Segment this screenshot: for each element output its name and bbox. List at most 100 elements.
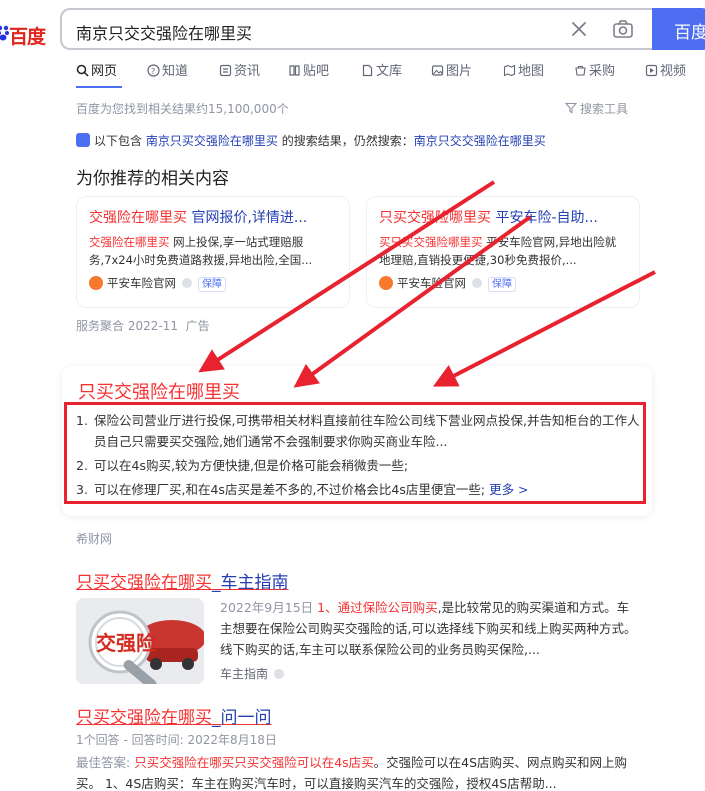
answer-item-text: 保险公司营业厅进行投保,可携带相关材料直接前往车险公司线下营业网点投保,并告知柜… <box>94 413 640 449</box>
paw-icon <box>0 25 9 41</box>
answer-box: 只买交强险在哪里买 1. 保险公司营业厅进行投保,可携带相关材料直接前往车险公司线… <box>62 366 652 516</box>
tab-label: 采购 <box>589 64 616 79</box>
ad-source-name: 平安车险官网 <box>107 276 176 290</box>
result-date: 2022年9月15日 <box>220 600 314 615</box>
cart-icon <box>575 65 586 76</box>
corrected-query-link[interactable]: 南京只买交强险在哪里买 <box>146 134 278 148</box>
search-tools[interactable]: 搜索工具 <box>564 100 629 117</box>
result-snippet: 2022年9月15日 1、通过保险公司购买,是比较常见的购买渠道和方式。车主想要… <box>220 597 640 660</box>
tab-wenku[interactable]: 文库 <box>361 60 402 79</box>
answer-item-number: 3. <box>76 482 88 497</box>
tab-map[interactable]: 地图 <box>503 60 544 79</box>
answer-title[interactable]: 只买交强险在哪里买 <box>78 378 240 404</box>
tab-zhidao[interactable]: ? 知道 <box>147 60 188 79</box>
result-title[interactable]: 只买交强险在哪买_车主指南 <box>76 568 289 593</box>
answer-item-number: 1. <box>76 413 88 428</box>
tab-label: 图片 <box>446 64 473 79</box>
close-icon[interactable] <box>568 18 590 40</box>
answer-item: 1. 保险公司营业厅进行投保,可携带相关材料直接前往车险公司线下营业网点投保,并告… <box>76 410 642 452</box>
original-query-link[interactable]: 南京只交交强险在哪里买 <box>414 134 546 148</box>
ad-title[interactable]: 只买交强险哪里买 平安车险-自助... <box>379 207 627 227</box>
search-box[interactable]: 南京只交交强险在哪里买 <box>60 8 660 50</box>
thumbnail-label: 交强险 <box>96 631 157 655</box>
tab-label: 知道 <box>162 64 189 79</box>
result-source[interactable]: 车主指南 <box>220 665 290 682</box>
dot-icon <box>274 669 285 679</box>
active-tab-indicator <box>76 86 122 88</box>
search-tools-label: 搜索工具 <box>580 102 629 116</box>
dot-icon <box>182 278 192 288</box>
ad-description: 交强险在哪里买 网上投保,享一站式理赔服务,7x24小时免费道路救援,异地出险,… <box>89 233 337 269</box>
answer-item-number: 2. <box>76 458 88 473</box>
search-button[interactable]: 百度 <box>652 8 705 50</box>
ad-title-highlight: 交强险在哪里买 <box>89 210 187 226</box>
ad-meta-source: 服务聚合 2022-11 <box>76 319 178 333</box>
tab-label: 网页 <box>91 64 118 79</box>
insurance-thumbnail-image: 交强险 <box>76 598 204 684</box>
tab-label: 文库 <box>376 64 403 79</box>
doc-icon <box>362 64 373 77</box>
tab-video[interactable]: 视频 <box>645 60 686 79</box>
result-title-rest: _问一问 <box>212 708 272 728</box>
camera-icon[interactable] <box>611 17 635 41</box>
result-title-highlight: 只买交强险在哪买 <box>76 708 212 728</box>
question-icon: ? <box>147 64 160 77</box>
recommend-title: 为你推荐的相关内容 <box>76 169 229 189</box>
guarantee-badge: 保障 <box>198 277 226 292</box>
ad-source-name: 平安车险官网 <box>397 276 466 290</box>
hint-middle: 的搜索结果，仍然搜索： <box>281 134 414 148</box>
answer-item-text: 可以在修理厂买,和在4s店买是差不多的,不过价格会比4s店里便宜一些; <box>94 482 486 497</box>
result-title[interactable]: 只买交强险在哪买_问一问 <box>76 703 272 728</box>
tab-news[interactable]: 资讯 <box>219 60 260 79</box>
baidu-logo[interactable]: 百度 <box>0 22 46 48</box>
ad-card[interactable]: 交强险在哪里买 官网报价,详情进... 交强险在哪里买 网上投保,享一站式理赔服… <box>76 196 350 308</box>
answer-source[interactable]: 希财网 <box>76 530 112 547</box>
image-icon <box>431 65 444 76</box>
best-answer: 最佳答案: 只买交强险在哪买只买交强险可以在4s店买。交强险可以在4S店购买、网… <box>76 752 642 791</box>
result-source-name: 车主指南 <box>220 667 269 681</box>
guarantee-badge: 保障 <box>488 277 516 292</box>
ad-desc-highlight: 交强险在哪里买 <box>89 235 170 249</box>
answer-list: 1. 保险公司营业厅进行投保,可携带相关材料直接前往车险公司线下营业网点投保,并告… <box>76 410 642 503</box>
ad-title-rest: 平安车险-自助... <box>491 210 598 226</box>
more-link[interactable]: 更多 > <box>489 482 528 497</box>
tab-web[interactable]: 网页 <box>76 60 117 79</box>
query-correction-hint: 以下包含 南京只买交强险在哪里买 的搜索结果，仍然搜索：南京只交交强险在哪里买 <box>76 132 546 149</box>
result-title-rest: _车主指南 <box>212 573 289 593</box>
tab-image[interactable]: 图片 <box>431 60 472 79</box>
ad-desc-highlight: 买只买交强险哪里买 <box>379 235 483 249</box>
news-icon <box>219 64 232 77</box>
ad-source: 平安车险官网 保障 <box>379 275 627 292</box>
logo-text: 百度 <box>9 26 46 48</box>
filter-icon <box>564 102 578 114</box>
result-title-highlight: 只买交强险在哪买 <box>76 573 212 593</box>
hint-prefix: 以下包含 <box>94 134 143 148</box>
ad-source: 平安车险官网 保障 <box>89 275 337 292</box>
tab-label: 贴吧 <box>303 64 330 79</box>
tab-tieba[interactable]: 贴吧 <box>288 60 329 79</box>
tieba-icon <box>289 65 300 76</box>
tab-label: 资讯 <box>234 64 261 79</box>
dot-icon <box>472 278 482 288</box>
ad-title-rest: 官网报价,详情进... <box>187 210 308 226</box>
ad-title-highlight: 只买交强险哪里买 <box>379 210 491 226</box>
answer-item: 3. 可以在修理厂买,和在4s店买是差不多的,不过价格会比4s店里便宜一些; 更多… <box>76 479 642 500</box>
result-snippet-highlight: 1、通过保险公司购买 <box>317 600 438 615</box>
result-thumbnail[interactable]: 交强险 <box>76 598 204 684</box>
svg-text:?: ? <box>151 67 155 76</box>
tab-purchase[interactable]: 采购 <box>574 60 615 79</box>
answer-item: 2. 可以在4s购买,较为方便快捷,但是价格可能会稍微贵一些; <box>76 455 642 476</box>
paw-icon <box>76 133 90 147</box>
map-icon <box>503 64 516 77</box>
result-meta: 1个回答 - 回答时间: 2022年8月18日 <box>76 733 277 747</box>
best-answer-label: 最佳答案: <box>76 755 131 770</box>
pingan-logo-icon <box>89 276 103 290</box>
result-count: 百度为您找到相关结果约15,100,000个 <box>76 102 289 116</box>
best-answer-highlight: 只买交强险在哪买只买交强险可以在4s店买 <box>134 755 374 770</box>
tab-label: 地图 <box>518 64 545 79</box>
ad-card[interactable]: 只买交强险哪里买 平安车险-自助... 买只买交强险哪里买 平安车险官网,异地出… <box>366 196 640 308</box>
answer-item-text: 可以在4s购买,较为方便快捷,但是价格可能会稍微贵一些; <box>94 458 409 473</box>
ad-title[interactable]: 交强险在哪里买 官网报价,详情进... <box>89 207 337 227</box>
search-icon <box>76 64 89 77</box>
search-input[interactable]: 南京只交交强险在哪里买 <box>76 20 252 44</box>
